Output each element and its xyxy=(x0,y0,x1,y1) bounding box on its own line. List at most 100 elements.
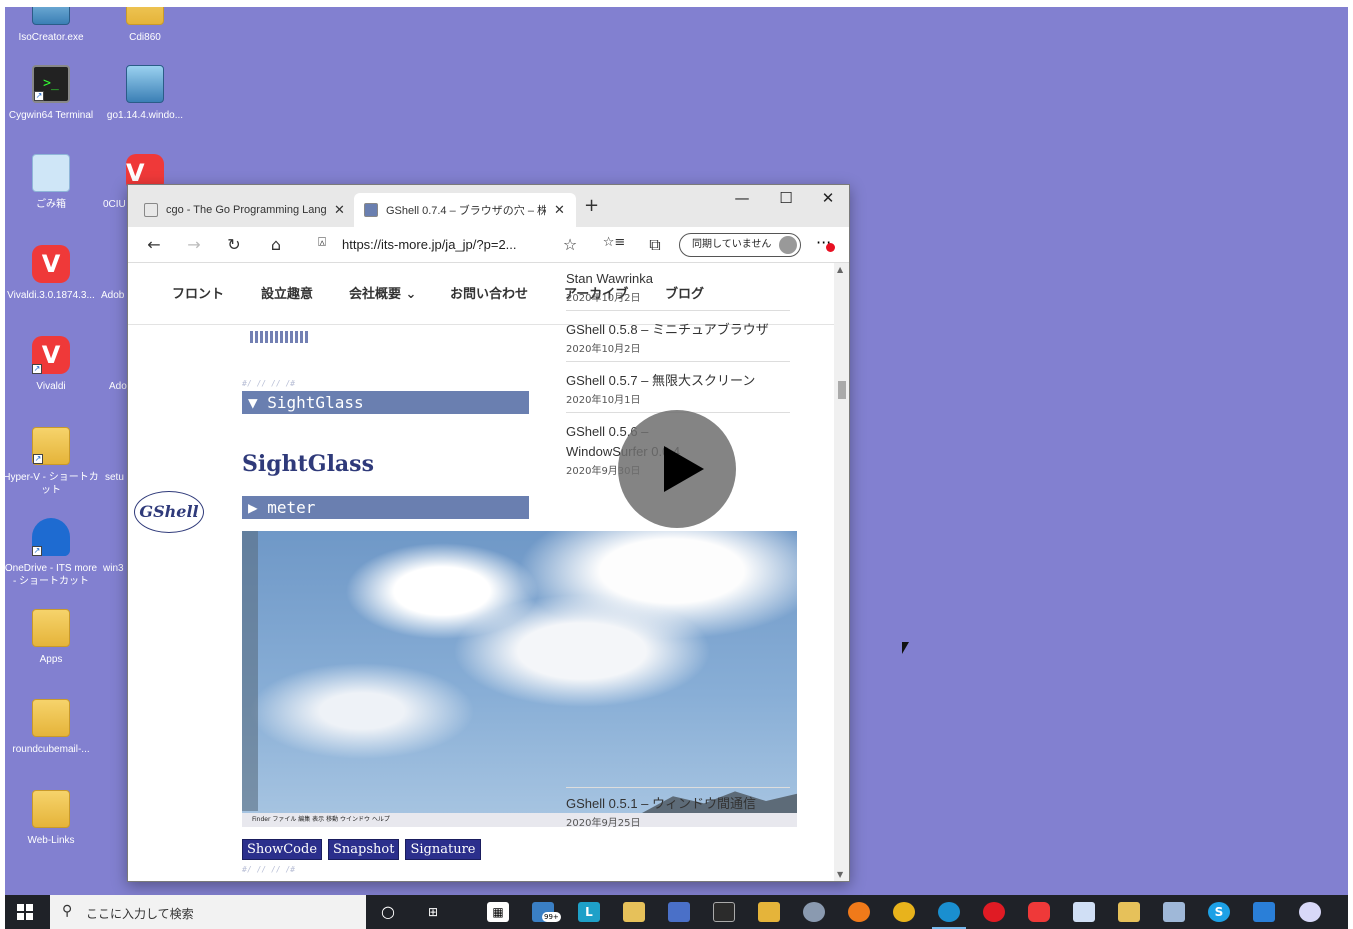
maximize-button[interactable]: ☐ xyxy=(764,189,808,207)
collections-icon[interactable]: ⧉ xyxy=(643,235,667,255)
refresh-button[interactable]: ↻ xyxy=(222,235,246,254)
nav-company[interactable]: 会社概要 ⌄ xyxy=(349,283,416,302)
post-title[interactable]: GShell 0.5.7 – 無限大スクリーン xyxy=(566,371,790,391)
sightglass-toggle[interactable]: ▼ SightGlass xyxy=(242,391,529,414)
list-item[interactable]: GShell 0.5.7 – 無限大スクリーン 2020年10月1日 xyxy=(566,371,790,413)
forward-button[interactable]: → xyxy=(182,235,206,254)
tab-cgo[interactable]: cgo - The Go Programming Lang ✕ xyxy=(128,193,345,227)
minimize-button[interactable]: — xyxy=(720,189,764,207)
favorites-list-icon[interactable]: ☆≡ xyxy=(602,235,626,250)
edge-icon[interactable] xyxy=(932,902,966,929)
desktop-icon-label: ごみ箱 xyxy=(36,199,66,210)
scroll-down-icon[interactable]: ▼ xyxy=(837,870,843,879)
remote-desktop-icon[interactable] xyxy=(1163,902,1185,922)
video-play-button[interactable] xyxy=(618,410,736,528)
scroll-thumb[interactable] xyxy=(838,381,846,399)
home-button[interactable]: ⌂ xyxy=(264,235,288,254)
desktop-icon-cdi860[interactable]: Cdi860 xyxy=(97,7,193,44)
gshell-logo[interactable]: GShell xyxy=(134,491,204,533)
desktop-icon-web-links[interactable]: Web-Links xyxy=(5,790,99,847)
showcode-button[interactable]: ShowCode xyxy=(242,839,323,860)
taskbar: ⚲ ここに入力して検索 ○ ⊞ ▦ 99+ L S xyxy=(5,895,1348,929)
remote-icon[interactable] xyxy=(668,902,690,922)
nav-contact[interactable]: お問い合わせ xyxy=(450,283,528,302)
desktop-icon-hyperv[interactable]: ↗ Hyper-V - ショートカット xyxy=(5,427,99,497)
shortcut-arrow-icon: ↗ xyxy=(33,454,43,464)
new-tab-button[interactable]: + xyxy=(584,195,599,216)
desktop-icon-label: Vivaldi xyxy=(36,381,66,392)
desktop-icon-apps[interactable]: Apps xyxy=(5,609,99,666)
post-date: 2020年10月1日 xyxy=(566,395,641,406)
post-title[interactable]: GShell 0.5.8 – ミニチュアブラウザ xyxy=(566,320,790,340)
list-item[interactable]: GShell 0.5.8 – ミニチュアブラウザ 2020年10月2日 xyxy=(566,320,790,362)
page-scrollbar[interactable]: ▲ ▼ xyxy=(834,263,849,881)
firefox-icon[interactable] xyxy=(848,902,870,922)
close-button[interactable]: ✕ xyxy=(806,189,850,207)
favorite-star-icon[interactable]: ☆ xyxy=(558,235,582,254)
launcher-icon[interactable]: L xyxy=(578,902,600,922)
page-title: SightGlass xyxy=(242,451,374,477)
mail-badge: 99+ xyxy=(542,912,561,922)
terminal-icon[interactable] xyxy=(713,902,735,922)
desktop-icon-roundcube[interactable]: roundcubemail-... xyxy=(5,699,99,756)
cortana-icon[interactable]: ○ xyxy=(377,902,399,922)
desktop-icon-onedrive[interactable]: ↗ OneDrive - ITS more - ショートカット xyxy=(5,518,99,588)
store-icon[interactable]: ▦ xyxy=(487,902,509,922)
desktop-icon-cygwin-terminal[interactable]: ↗ Cygwin64 Terminal xyxy=(5,65,99,122)
nav-founding[interactable]: 設立趣意 xyxy=(261,283,313,302)
sync-status-button[interactable]: 同期していません xyxy=(679,233,801,257)
vivaldi-icon: ↗ xyxy=(32,336,70,374)
search-icon: ⚲ xyxy=(62,903,73,919)
opera-icon[interactable] xyxy=(983,902,1005,922)
action-buttons: ShowCode Snapshot Signature xyxy=(242,839,481,860)
tab-close-icon[interactable]: ✕ xyxy=(334,202,345,218)
calendar-icon[interactable] xyxy=(1253,902,1275,922)
address-bar[interactable]: https://its-more.jp/ja_jp/?p=2... xyxy=(342,233,592,257)
notes-icon[interactable] xyxy=(1118,902,1140,922)
scroll-up-icon[interactable]: ▲ xyxy=(837,265,843,274)
signature-button[interactable]: Signature xyxy=(405,839,481,860)
list-item[interactable]: Stan Wawrinka 2020年10月2日 xyxy=(566,269,790,311)
chrome-icon[interactable] xyxy=(893,902,915,922)
more-menu-button[interactable]: ··· xyxy=(816,233,835,252)
desktop-icon-vivaldi-installer[interactable]: Vivaldi.3.0.1874.3... xyxy=(5,245,99,302)
nav-front[interactable]: フロント xyxy=(172,283,224,302)
start-button[interactable] xyxy=(17,904,33,920)
desktop-icon-isocreator[interactable]: IsoCreator.exe xyxy=(5,7,99,44)
tab-gshell[interactable]: GShell 0.7.4 – ブラウザの穴 – 株式 ✕ xyxy=(354,193,576,227)
post-title[interactable]: GShell 0.5.1 – ウィンドウ間通信 xyxy=(566,794,790,814)
edge-browser-window: cgo - The Go Programming Lang ✕ GShell 0… xyxy=(127,184,850,882)
skype-icon[interactable]: S xyxy=(1208,902,1230,922)
vivaldi-icon[interactable] xyxy=(1028,902,1050,922)
desktop-icon-recycle-bin[interactable]: ごみ箱 xyxy=(5,154,99,211)
post-date: 2020年10月2日 xyxy=(566,293,641,304)
tab-title: cgo - The Go Programming Lang xyxy=(166,204,326,216)
pc-icon[interactable] xyxy=(623,902,645,922)
vivaldi-icon xyxy=(32,245,70,283)
settings-icon[interactable] xyxy=(803,902,825,922)
installer-icon xyxy=(126,65,164,103)
folder-icon xyxy=(32,699,70,737)
app-icon xyxy=(32,7,70,25)
onedrive-icon[interactable] xyxy=(1073,902,1095,922)
media-icon[interactable] xyxy=(1299,902,1321,922)
tab-close-icon[interactable]: ✕ xyxy=(554,202,565,218)
meter-toggle[interactable]: ▶ meter xyxy=(242,496,529,519)
tab-strip: cgo - The Go Programming Lang ✕ GShell 0… xyxy=(128,185,849,227)
post-title[interactable]: Stan Wawrinka xyxy=(566,269,790,289)
address-toolbar: ← → ↻ ⌂ 🔒 ⍓ https://its-more.jp/ja_jp/?p… xyxy=(128,227,849,263)
go-favicon-icon xyxy=(144,203,158,217)
desktop-icon-label: Apps xyxy=(39,654,63,665)
mail-icon[interactable]: 99+ xyxy=(532,902,561,922)
desktop-icon-label: Cdi860 xyxy=(129,32,161,43)
snapshot-button[interactable]: Snapshot xyxy=(328,839,400,860)
folder-icon[interactable] xyxy=(758,902,780,922)
list-item[interactable]: GShell 0.5.1 – ウィンドウ間通信 2020年9月25日 xyxy=(566,787,790,835)
taskbar-search[interactable]: ⚲ ここに入力して検索 xyxy=(50,895,366,929)
desktop-icon-go-installer[interactable]: go1.14.4.windo... xyxy=(97,65,193,122)
post-date: 2020年10月2日 xyxy=(566,344,641,355)
desktop-icon-vivaldi[interactable]: ↗ Vivaldi xyxy=(5,336,99,393)
task-view-icon[interactable]: ⊞ xyxy=(422,902,444,922)
shortcut-arrow-icon: ↗ xyxy=(32,546,42,556)
back-button[interactable]: ← xyxy=(142,235,166,254)
